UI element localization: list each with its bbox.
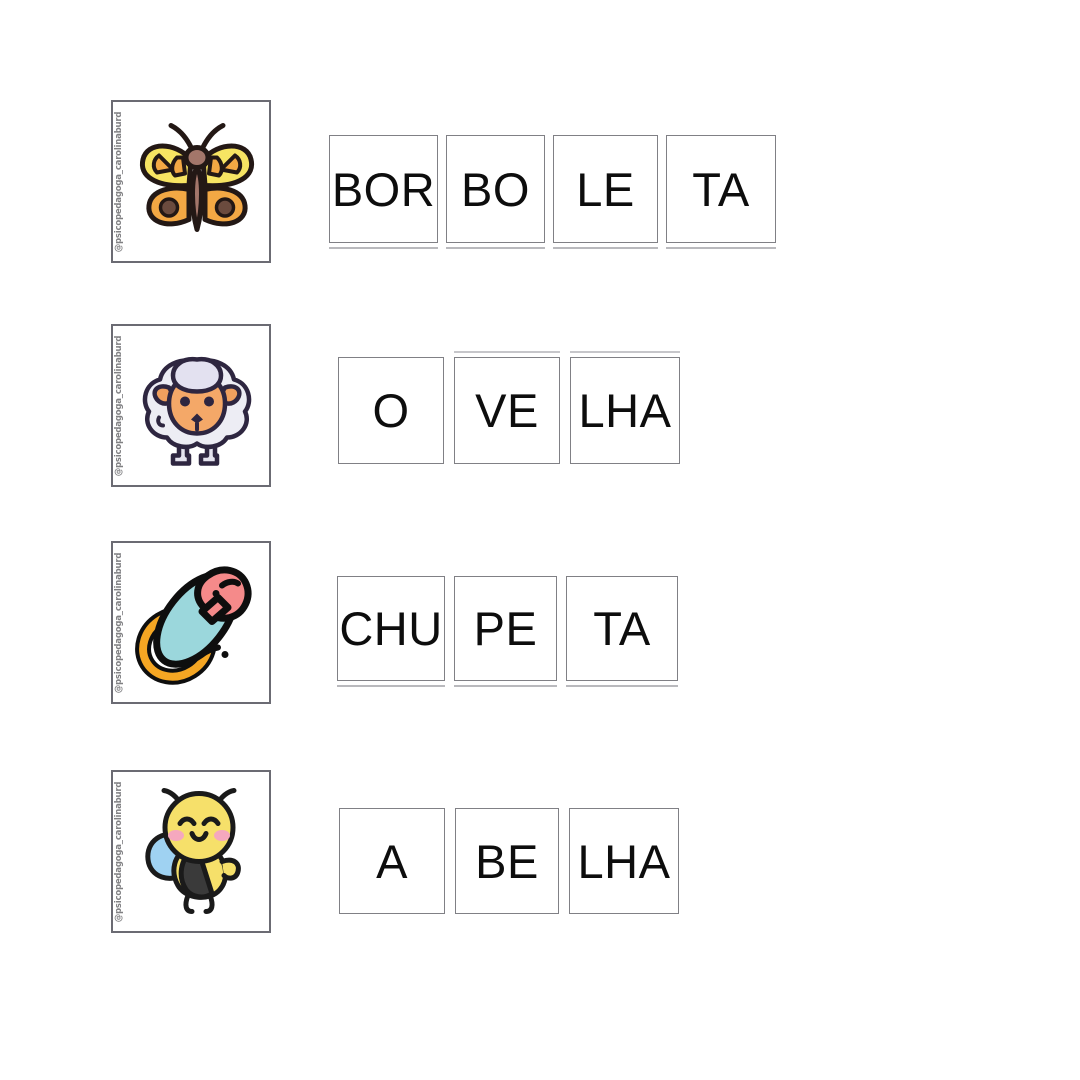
picture-inner: @psicopedagoga_carolinaburd [113, 326, 269, 485]
pacifier-icon [135, 565, 252, 685]
picture-card-butterfly[interactable]: @psicopedagoga_carolinaburd [111, 100, 271, 263]
butterfly-icon [140, 122, 255, 232]
picture-inner: @psicopedagoga_carolinaburd [113, 543, 269, 702]
picture-card-sheep[interactable]: @psicopedagoga_carolinaburd [111, 324, 271, 487]
syllable-text: LHA [578, 384, 672, 437]
syllable-box[interactable]: A [339, 808, 445, 914]
syllable-worksheet: @psicopedagoga_carolinaburd BOR BO LE TA [0, 0, 1080, 1080]
syllable-text: LE [576, 162, 635, 216]
syllable-text: BE [475, 834, 539, 888]
syllable-box[interactable]: BO [446, 135, 545, 249]
syllable-box[interactable]: LHA [569, 808, 679, 914]
syllable-text: TA [692, 162, 750, 216]
syllable-box[interactable]: CHU [337, 576, 445, 687]
syllable-box[interactable]: VE [454, 351, 560, 464]
syllable-box[interactable]: TA [666, 135, 776, 249]
picture-inner: @psicopedagoga_carolinaburd [113, 102, 269, 261]
syllable-strip: A BE LHA [339, 808, 679, 914]
syllable-strip: BOR BO LE TA [329, 135, 776, 249]
syllable-box[interactable]: BE [455, 808, 559, 914]
syllable-box[interactable]: O [338, 357, 444, 464]
syllable-text: A [376, 834, 408, 888]
picture-inner: @psicopedagoga_carolinaburd [113, 772, 269, 931]
watermark-text: @psicopedagoga_carolinaburd [114, 335, 124, 476]
syllable-box[interactable]: LE [553, 135, 658, 249]
syllable-text: O [372, 384, 410, 437]
syllable-box[interactable]: PE [454, 576, 557, 687]
syllable-text: VE [475, 384, 539, 437]
syllable-box[interactable]: TA [566, 576, 678, 687]
bee-illustration [134, 783, 260, 920]
watermark-text: @psicopedagoga_carolinaburd [114, 111, 124, 252]
syllable-strip: CHU PE TA [337, 576, 678, 687]
bee-icon [145, 787, 242, 914]
syllable-text: PE [473, 602, 538, 655]
sheep-illustration [135, 339, 259, 472]
syllable-text: TA [593, 602, 651, 655]
syllable-text: CHU [339, 602, 443, 655]
syllable-text: LHA [577, 834, 671, 888]
picture-card-pacifier[interactable]: @psicopedagoga_carolinaburd [111, 541, 271, 704]
syllable-text: BO [461, 162, 530, 216]
sheep-icon [142, 356, 252, 466]
picture-card-bee[interactable]: @psicopedagoga_carolinaburd [111, 770, 271, 933]
watermark-text: @psicopedagoga_carolinaburd [114, 552, 124, 693]
pacifier-illustration [132, 555, 262, 690]
syllable-box[interactable]: BOR [329, 135, 438, 249]
syllable-strip: O VE LHA [338, 351, 680, 464]
watermark-text: @psicopedagoga_carolinaburd [114, 781, 124, 922]
butterfly-illustration [133, 115, 261, 248]
syllable-text: BOR [331, 162, 436, 216]
syllable-box[interactable]: LHA [570, 351, 680, 464]
